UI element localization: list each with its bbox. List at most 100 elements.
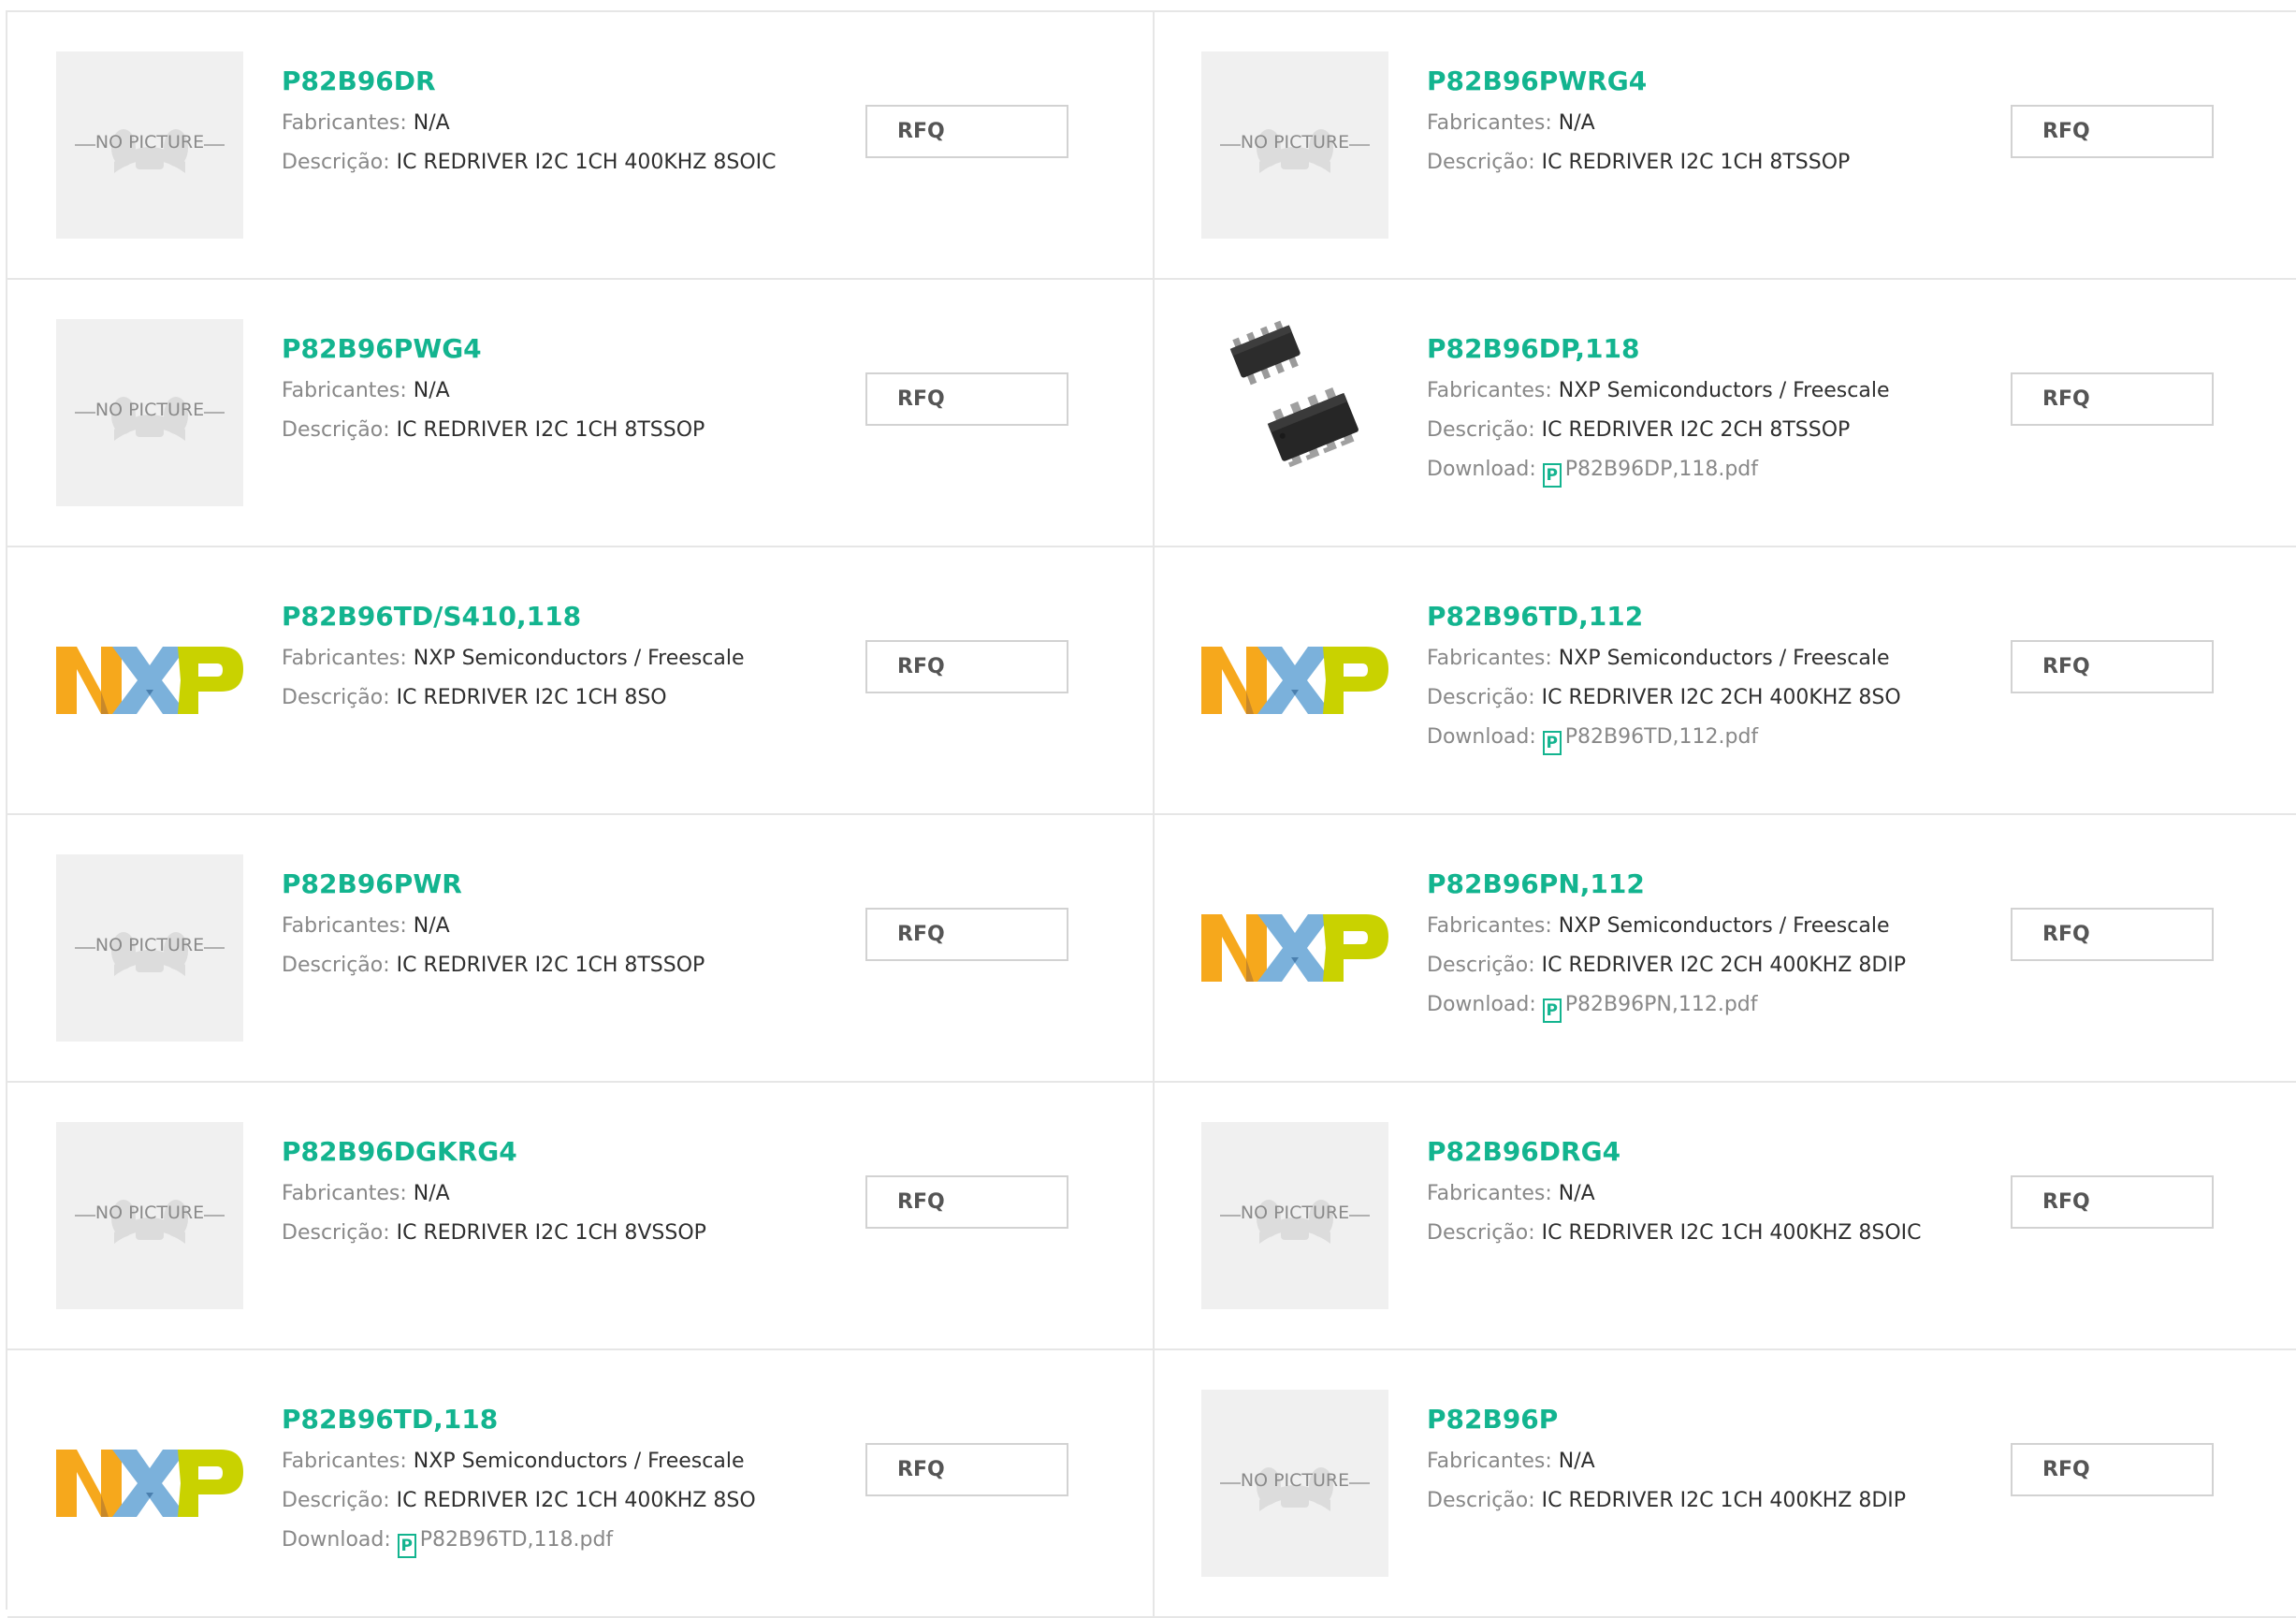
rfq-button[interactable]: RFQ — [865, 1175, 1068, 1229]
manufacturer-row-value: N/A — [413, 914, 450, 938]
rfq-button[interactable]: RFQ — [865, 640, 1068, 693]
product-name-link[interactable]: P82B96DP,118 — [1427, 330, 1951, 372]
pdf-file-icon: P — [397, 1534, 416, 1558]
product-card: NO PICTURE P82B96PWRG4 Fabricantes: N/A Des… — [1155, 12, 2296, 280]
description-row: Descrição: IC REDRIVER I2C 1CH 400KHZ 8S… — [282, 143, 806, 182]
product-name-link[interactable]: P82B96TD,118 — [282, 1401, 806, 1442]
datasheet-download-link[interactable]: P P82B96TD,112.pdf — [1542, 725, 1759, 755]
no-picture-placeholder[interactable]: NO PICTURE — [56, 319, 243, 506]
description-row-value: IC REDRIVER I2C 2CH 400KHZ 8DIP — [1541, 954, 1907, 977]
no-picture-label: NO PICTURE — [94, 935, 205, 955]
no-picture-placeholder[interactable]: NO PICTURE — [1201, 1390, 1388, 1577]
description-row-label: Descrição: — [282, 151, 390, 174]
rfq-button[interactable]: RFQ — [2011, 908, 2214, 961]
description-row-value: IC REDRIVER I2C 1CH 400KHZ 8DIP — [1541, 1489, 1907, 1512]
rfq-button[interactable]: RFQ — [2011, 640, 2214, 693]
download-label: Download: — [1427, 725, 1536, 749]
product-name-link[interactable]: P82B96TD,112 — [1427, 598, 1951, 639]
manufacturer-row-value: N/A — [413, 379, 450, 402]
manufacturer-row: Fabricantes: N/A — [282, 907, 806, 946]
nxp-logo[interactable] — [1201, 587, 1388, 774]
rfq-button[interactable]: RFQ — [865, 105, 1068, 158]
datasheet-filename: P82B96TD,112.pdf — [1564, 725, 1759, 749]
manufacturer-row: Fabricantes: N/A — [282, 372, 806, 411]
description-row-value: IC REDRIVER I2C 1CH 8SO — [396, 686, 667, 709]
chip-photo[interactable] — [1201, 319, 1388, 506]
description-row-value: IC REDRIVER I2C 1CH 8TSSOP — [1541, 151, 1851, 174]
description-row-value: IC REDRIVER I2C 1CH 8VSSOP — [396, 1221, 706, 1245]
nxp-logo[interactable] — [1201, 854, 1388, 1042]
manufacturer-row-label: Fabricantes: — [282, 1182, 407, 1205]
description-row-label: Descrição: — [1427, 954, 1535, 977]
no-picture-placeholder[interactable]: NO PICTURE — [56, 51, 243, 239]
no-picture-label: NO PICTURE — [94, 132, 205, 153]
no-picture-placeholder[interactable]: NO PICTURE — [1201, 51, 1388, 239]
rfq-button[interactable]: RFQ — [2011, 1443, 2214, 1496]
datasheet-download-link[interactable]: P P82B96PN,112.pdf — [1542, 993, 1758, 1023]
manufacturer-row-value: N/A — [1558, 111, 1595, 135]
description-row: Descrição: IC REDRIVER I2C 1CH 400KHZ 8S… — [1427, 1214, 1951, 1253]
manufacturer-row-value: N/A — [413, 1182, 450, 1205]
description-row-label: Descrição: — [1427, 151, 1535, 174]
product-info: P82B96PWG4 Fabricantes: N/A Descrição: IC … — [282, 330, 806, 450]
manufacturer-row-label: Fabricantes: — [1427, 1182, 1552, 1205]
description-row: Descrição: IC REDRIVER I2C 2CH 400KHZ 8D… — [1427, 946, 1951, 985]
manufacturer-row: Fabricantes: N/A — [1427, 1174, 1951, 1214]
description-row-label: Descrição: — [282, 954, 390, 977]
download-row: Download: P P82B96PN,112.pdf — [1427, 985, 1951, 1025]
nxp-logo[interactable] — [56, 587, 243, 774]
no-picture-placeholder[interactable]: NO PICTURE — [56, 1122, 243, 1309]
product-name-link[interactable]: P82B96DRG4 — [1427, 1133, 1951, 1174]
description-row-value: IC REDRIVER I2C 1CH 8TSSOP — [396, 954, 705, 977]
manufacturer-row: Fabricantes: N/A — [282, 1174, 806, 1214]
product-name-link[interactable]: P82B96TD/S410,118 — [282, 598, 806, 639]
rfq-button[interactable]: RFQ — [2011, 105, 2214, 158]
nxp-logo[interactable] — [56, 1390, 243, 1577]
product-name-link[interactable]: P82B96DGKRG4 — [282, 1133, 806, 1174]
product-name-link[interactable]: P82B96PN,112 — [1427, 866, 1951, 907]
download-row: Download: P P82B96DP,118.pdf — [1427, 450, 1951, 489]
description-row-label: Descrição: — [1427, 418, 1535, 442]
manufacturer-row-value: N/A — [413, 111, 450, 135]
product-info: P82B96PN,112 Fabricantes: NXP Semiconduct… — [1427, 866, 1951, 1025]
rfq-button[interactable]: RFQ — [865, 1443, 1068, 1496]
product-info: P82B96DRG4 Fabricantes: N/A Descrição: IC … — [1427, 1133, 1951, 1253]
datasheet-download-link[interactable]: P P82B96DP,118.pdf — [1542, 458, 1758, 488]
manufacturer-row-value: NXP Semiconductors / Freescale — [1558, 914, 1890, 938]
rfq-button[interactable]: RFQ — [2011, 1175, 2214, 1229]
rfq-button[interactable]: RFQ — [2011, 372, 2214, 426]
manufacturer-row-value: NXP Semiconductors / Freescale — [1558, 647, 1890, 670]
datasheet-download-link[interactable]: P P82B96TD,118.pdf — [397, 1528, 614, 1558]
product-name-link[interactable]: P82B96PWRG4 — [1427, 63, 1951, 104]
description-row: Descrição: IC REDRIVER I2C 1CH 8VSSOP — [282, 1214, 806, 1253]
no-picture-placeholder[interactable]: NO PICTURE — [56, 854, 243, 1042]
description-row-label: Descrição: — [282, 1221, 390, 1245]
product-info: P82B96TD,118 Fabricantes: NXP Semiconduct… — [282, 1401, 806, 1560]
description-row-value: IC REDRIVER I2C 2CH 400KHZ 8SO — [1541, 686, 1901, 709]
description-row-value: IC REDRIVER I2C 1CH 8TSSOP — [396, 418, 705, 442]
manufacturer-row-value: N/A — [1558, 1450, 1595, 1473]
description-row: Descrição: IC REDRIVER I2C 1CH 8TSSOP — [282, 411, 806, 450]
pdf-file-icon: P — [1542, 731, 1562, 755]
product-name-link[interactable]: P82B96PWG4 — [282, 330, 806, 372]
manufacturer-row-value: NXP Semiconductors / Freescale — [413, 647, 745, 670]
product-info: P82B96P Fabricantes: N/A Descrição: IC RED… — [1427, 1401, 1951, 1521]
rfq-button[interactable]: RFQ — [865, 372, 1068, 426]
no-picture-placeholder[interactable]: NO PICTURE — [1201, 1122, 1388, 1309]
rfq-button[interactable]: RFQ — [865, 908, 1068, 961]
product-name-link[interactable]: P82B96P — [1427, 1401, 1951, 1442]
product-info: P82B96DR Fabricantes: N/A Descrição: IC RE… — [282, 63, 806, 182]
datasheet-filename: P82B96PN,112.pdf — [1564, 993, 1758, 1016]
datasheet-filename: P82B96TD,118.pdf — [419, 1528, 614, 1552]
description-row-label: Descrição: — [282, 686, 390, 709]
description-row: Descrição: IC REDRIVER I2C 1CH 8SO — [282, 678, 806, 718]
no-picture-label: NO PICTURE — [94, 1203, 205, 1223]
datasheet-filename: P82B96DP,118.pdf — [1564, 458, 1758, 481]
product-card: NO PICTURE P82B96PWR Fabricantes: N/A Descr… — [7, 815, 1155, 1083]
product-info: P82B96DGKRG4 Fabricantes: N/A Descrição: I… — [282, 1133, 806, 1253]
product-card: P82B96TD,112 Fabricantes: NXP Semiconduct… — [1155, 547, 2296, 815]
manufacturer-row: Fabricantes: NXP Semiconductors / Freesc… — [1427, 639, 1951, 678]
product-name-link[interactable]: P82B96PWR — [282, 866, 806, 907]
product-name-link[interactable]: P82B96DR — [282, 63, 806, 104]
manufacturer-row-label: Fabricantes: — [1427, 647, 1552, 670]
